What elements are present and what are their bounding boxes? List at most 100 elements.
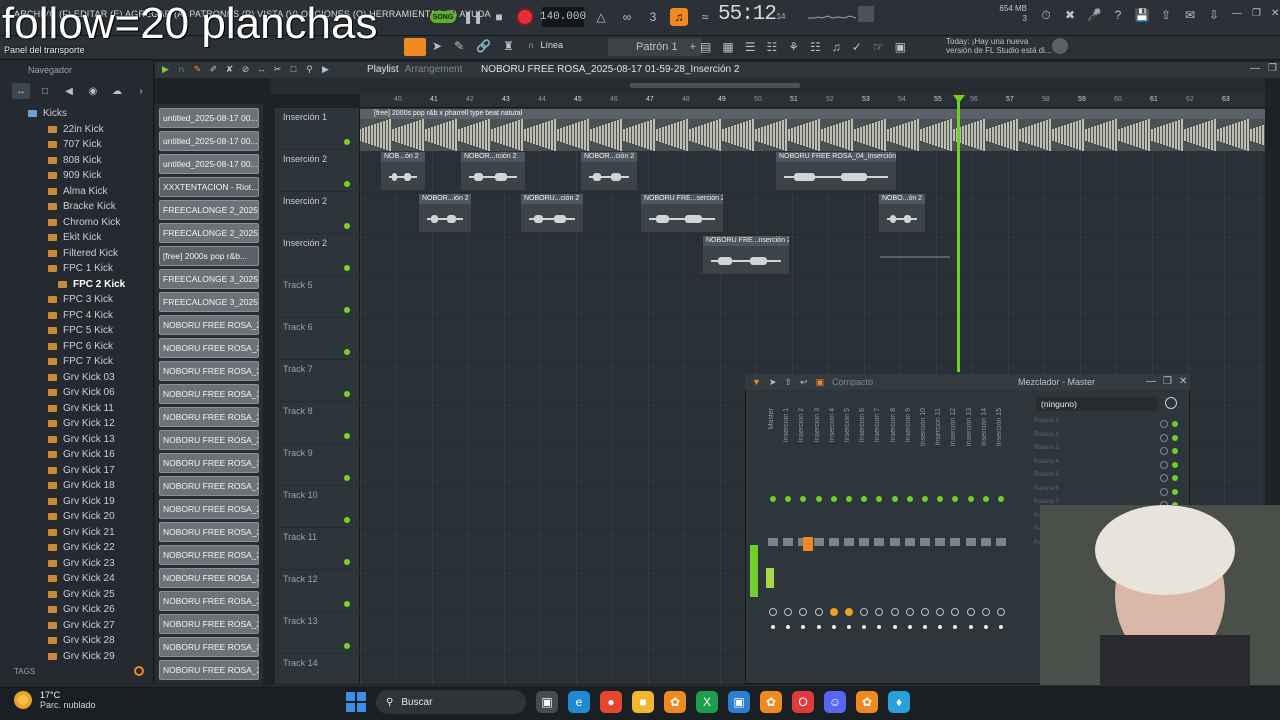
arrow-icon[interactable]: ➤ <box>432 39 442 53</box>
tempo-display[interactable]: 140.000 <box>540 7 586 27</box>
mixer-strip[interactable]: Inserción 12 <box>948 392 962 680</box>
link-icon[interactable]: 🔗 <box>476 39 491 53</box>
mixer-pan-knob[interactable] <box>845 608 853 616</box>
track-header[interactable]: Track 6 <box>275 318 360 360</box>
mixer-strip[interactable]: Inserción 3 <box>812 392 826 680</box>
download-icon[interactable]: ⇩ <box>1206 6 1222 24</box>
mixer-fader[interactable] <box>980 538 991 546</box>
audio-clip[interactable]: NOBORU FRE...nserción 2 <box>702 235 790 275</box>
mixer-strip-led[interactable] <box>891 496 898 502</box>
browser-item[interactable]: FPC 5 Kick <box>0 323 154 339</box>
mixer-route-dot[interactable] <box>892 625 897 629</box>
effect-slot-led[interactable] <box>1172 475 1178 481</box>
effect-slot-mix-knob[interactable] <box>1160 420 1168 428</box>
mixer-strip[interactable]: Inserción 7 <box>872 392 886 680</box>
horizontal-scroll-thumb[interactable] <box>630 83 800 88</box>
mixer-strip[interactable]: Inserción 15 <box>994 392 1008 680</box>
cpu-icon[interactable]: ⏱ <box>1038 6 1054 24</box>
slip-icon[interactable]: ↔ <box>256 63 267 75</box>
browser-item[interactable]: Grv Kick 25 <box>0 587 154 603</box>
mixer-fader[interactable] <box>844 538 854 546</box>
mixer-fader[interactable] <box>768 538 778 546</box>
mixer-pan-knob[interactable] <box>936 608 945 616</box>
mixer-pan-knob[interactable] <box>981 608 990 616</box>
audio-icon[interactable]: ♫ <box>832 40 841 54</box>
channel-button[interactable]: FREECALONGE 2_2025-08... <box>159 223 259 243</box>
mixer-fader[interactable] <box>813 538 824 546</box>
cart-icon[interactable]: ▣ <box>895 40 906 54</box>
track-header[interactable]: Track 11 <box>275 528 360 570</box>
effect-slot-led[interactable] <box>1172 461 1178 468</box>
loop-record-icon[interactable]: ♫ <box>670 8 688 26</box>
track-enable-led[interactable] <box>344 139 350 145</box>
mixer-strip[interactable]: Inserción 2 <box>796 392 810 680</box>
mixer-strip-led[interactable] <box>937 496 944 502</box>
mixer-strip-led[interactable] <box>922 496 928 502</box>
cursor-icon[interactable]: ☞ <box>873 40 884 54</box>
channel-button[interactable]: [free] 2000s pop r&b... <box>159 246 259 266</box>
browser-item[interactable]: Grv Kick 16 <box>0 447 154 463</box>
mixer-strip-led[interactable] <box>800 496 807 502</box>
weather-widget[interactable]: 17°C Parc. nublado <box>14 690 96 710</box>
export-icon[interactable]: ⇧ <box>1158 6 1174 24</box>
mixer-route-dot[interactable] <box>938 625 943 629</box>
browser-item[interactable]: Grv Kick 24 <box>0 571 154 587</box>
browser-item[interactable]: Grv Kick 26 <box>0 602 154 618</box>
track-header[interactable]: Inserción 2 <box>275 234 360 276</box>
fl-studio-3-icon[interactable]: ✿ <box>856 691 878 713</box>
effect-slot-mix-knob[interactable] <box>1160 447 1168 455</box>
zoom-icon[interactable]: ⚲ <box>304 63 315 75</box>
channel-button[interactable]: NOBORU FREE ROSA_202... <box>159 338 259 358</box>
mixer-route-dot[interactable] <box>953 625 958 629</box>
browser-item[interactable]: Grv Kick 12 <box>0 416 154 432</box>
track-enable-led[interactable] <box>344 517 350 523</box>
mixer-pan-knob[interactable] <box>905 608 914 616</box>
browser-item[interactable]: Grv Kick 13 <box>0 432 154 448</box>
wait-input-icon[interactable]: ∞ <box>618 8 636 26</box>
track-header[interactable]: Inserción 2 <box>275 150 360 192</box>
fl-studio-icon[interactable]: ✿ <box>664 691 686 713</box>
audio-clip[interactable]: NOB...ón 2 <box>380 151 426 191</box>
mixer-pan-knob[interactable] <box>997 608 1005 616</box>
channel-button[interactable]: NOBORU FREE ROSA_202... <box>159 522 259 542</box>
mixer-view-icon[interactable]: ▣ <box>816 377 825 388</box>
stamp-icon[interactable]: ♜ <box>503 39 514 53</box>
app-icon[interactable]: ♦ <box>888 691 910 713</box>
browser-item[interactable]: 22in Kick <box>0 122 154 138</box>
channel-button[interactable]: NOBORU FREE ROSA_202... <box>159 453 259 473</box>
document-icon[interactable]: □ <box>36 83 54 99</box>
mixer-fader[interactable] <box>935 538 946 546</box>
metronome-icon[interactable]: △ <box>592 8 610 26</box>
timeline-ruler[interactable]: 40 41 42 43 44 45 46 47 48 49 50 51 52 53 54 55 56 57 58 59… <box>360 94 1265 108</box>
mixer-route-dot[interactable] <box>968 625 973 629</box>
plugin-icon[interactable]: ⚘ <box>788 40 799 54</box>
channel-button[interactable]: untitled_2025-08-17 00... <box>159 154 259 174</box>
mixer-strip-led[interactable] <box>815 496 822 502</box>
mixer-fader[interactable] <box>904 538 915 546</box>
tags-label[interactable]: TAGS <box>14 667 35 676</box>
back-icon[interactable]: ◀ <box>60 83 78 99</box>
channel-button[interactable]: NOBORU FREE ROSA_202... <box>159 430 259 450</box>
browser-item[interactable]: 808 Kick <box>0 153 154 169</box>
track-header[interactable]: Track 12 <box>275 570 360 612</box>
playhead[interactable] <box>957 96 960 372</box>
mixer-route-dot[interactable] <box>877 625 882 629</box>
browser-item[interactable]: Bracke Kick <box>0 199 154 215</box>
mixer-pan-knob[interactable] <box>769 608 777 616</box>
magnet-snap-icon[interactable]: ∩ <box>176 63 187 75</box>
mixer-strip[interactable]: Inserción 14 <box>979 392 993 680</box>
mixer-strip-led[interactable] <box>982 496 989 502</box>
mixer-fader[interactable] <box>920 538 930 546</box>
track-enable-led[interactable] <box>344 601 350 607</box>
mixer-strip-led[interactable] <box>861 496 868 502</box>
mixer-route-dot[interactable] <box>801 625 806 629</box>
slice-icon[interactable]: ✂ <box>272 63 283 75</box>
track-enable-led[interactable] <box>344 475 350 481</box>
mixer-strip-led[interactable] <box>998 496 1004 502</box>
effect-slot-mix-knob[interactable] <box>1160 487 1168 496</box>
stop-icon[interactable]: ■ <box>490 8 508 26</box>
channel-button[interactable]: NOBORU FREE ROSA_202... <box>159 361 259 381</box>
browser-item[interactable]: Grv Kick 17 <box>0 463 154 479</box>
track-enable-led[interactable] <box>344 391 350 397</box>
track-header[interactable]: Track 5 <box>275 276 360 318</box>
